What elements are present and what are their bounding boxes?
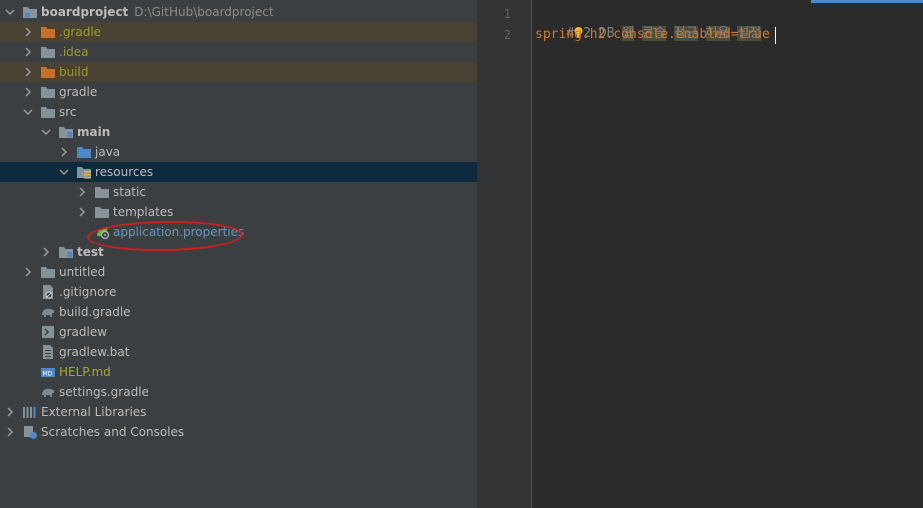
folder-icon <box>94 204 110 220</box>
chevron-right-icon[interactable] <box>4 422 20 442</box>
editor-tab-indicator <box>811 0 923 3</box>
tree-row-help-md[interactable]: MD HELP.md <box>0 362 477 382</box>
chevron-right-icon[interactable] <box>22 62 38 82</box>
folder-excluded-icon <box>40 24 56 40</box>
tree-row-gitignore[interactable]: .gitignore <box>0 282 477 302</box>
chevron-down-icon[interactable] <box>4 2 20 22</box>
tree-row-scratches[interactable]: Scratches and Consoles <box>0 422 477 442</box>
tree-row-untitled[interactable]: untitled <box>0 262 477 282</box>
code-line-2[interactable]: spring.h2.console.enabled=true <box>535 25 770 45</box>
line-number-gutter: 1 2 <box>477 0 532 508</box>
chevron-down-icon[interactable] <box>58 162 74 182</box>
chevron-right-icon[interactable] <box>22 22 38 42</box>
tree-row-settings-gradle[interactable]: settings.gradle <box>0 382 477 402</box>
folder-icon <box>40 44 56 60</box>
tree-label: main <box>77 125 111 139</box>
source-root-folder-icon <box>58 244 74 260</box>
source-folder-icon <box>76 144 92 160</box>
tree-label: resources <box>95 165 154 179</box>
folder-icon <box>94 184 110 200</box>
folder-icon <box>40 84 56 100</box>
tree-row-gradlew-bat[interactable]: gradlew.bat <box>0 342 477 362</box>
text-file-icon <box>40 344 56 360</box>
folder-excluded-icon <box>40 64 56 80</box>
tree-label: .gitignore <box>59 285 117 299</box>
resources-folder-icon <box>76 164 92 180</box>
markdown-file-icon: MD <box>40 364 56 380</box>
tree-label: templates <box>113 205 174 219</box>
tree-label: build <box>59 65 89 79</box>
tree-row-gradlew[interactable]: gradlew <box>0 322 477 342</box>
tree-row-resources[interactable]: resources <box>0 162 477 182</box>
tree-label: HELP.md <box>59 365 111 379</box>
tree-label: static <box>113 185 146 199</box>
chevron-right-icon[interactable] <box>22 262 38 282</box>
gitignore-file-icon <box>40 284 56 300</box>
chevron-right-icon[interactable] <box>22 82 38 102</box>
project-tree-panel: boardproject D:\GitHub\boardproject .grad… <box>0 0 477 508</box>
tree-label: gradlew.bat <box>59 345 130 359</box>
chevron-right-icon[interactable] <box>22 42 38 62</box>
tree-row-idea[interactable]: .idea <box>0 42 477 62</box>
tree-row-boardproject[interactable]: boardproject D:\GitHub\boardproject <box>0 2 477 22</box>
library-icon <box>22 404 38 420</box>
tree-row-build-gradle[interactable]: build.gradle <box>0 302 477 322</box>
code-editor[interactable]: 1 2 #2 DB 웹 콘솔 접근 허용 설정 spring.h2.consol… <box>477 0 923 508</box>
line-number: 2 <box>503 28 511 42</box>
tree-label: Scratches and Consoles <box>41 425 185 439</box>
shell-script-icon <box>40 324 56 340</box>
scratches-icon <box>22 424 38 440</box>
chevron-down-icon[interactable] <box>22 102 38 122</box>
tree-label: settings.gradle <box>59 385 149 399</box>
svg-text:MD: MD <box>43 371 53 378</box>
tree-label: untitled <box>59 265 106 279</box>
gradle-elephant-icon <box>40 304 56 320</box>
tree-label: java <box>95 145 121 159</box>
tree-row-static[interactable]: static <box>0 182 477 202</box>
chevron-right-icon[interactable] <box>4 402 20 422</box>
line-number: 1 <box>503 7 511 21</box>
chevron-down-icon[interactable] <box>40 122 56 142</box>
tree-row-gradle-hidden[interactable]: .gradle <box>0 22 477 42</box>
tree-row-src[interactable]: src <box>0 102 477 122</box>
tree-label: External Libraries <box>41 405 147 419</box>
text-caret <box>775 27 776 44</box>
chevron-right-icon[interactable] <box>40 242 56 262</box>
tree-row-test[interactable]: test <box>0 242 477 262</box>
tree-row-templates[interactable]: templates <box>0 202 477 222</box>
tree-row-java[interactable]: java <box>0 142 477 162</box>
tree-row-build[interactable]: build <box>0 62 477 82</box>
tree-row-external-libraries[interactable]: External Libraries <box>0 402 477 422</box>
tree-label: gradlew <box>59 325 108 339</box>
chevron-right-icon[interactable] <box>58 142 74 162</box>
chevron-right-icon[interactable] <box>76 182 92 202</box>
source-root-folder-icon <box>58 124 74 140</box>
tree-label: .gradle <box>59 25 102 39</box>
tree-label: src <box>59 105 77 119</box>
tree-label: gradle <box>59 85 98 99</box>
folder-icon <box>40 104 56 120</box>
tree-row-main[interactable]: main <box>0 122 477 142</box>
root-label: boardproject D:\GitHub\boardproject <box>41 5 274 19</box>
tree-label: build.gradle <box>59 305 131 319</box>
module-folder-icon <box>22 4 38 20</box>
folder-icon <box>40 264 56 280</box>
chevron-right-icon[interactable] <box>76 202 92 222</box>
gradle-elephant-icon <box>40 384 56 400</box>
tree-label: .idea <box>59 45 89 59</box>
root-path: D:\GitHub\boardproject <box>134 5 274 19</box>
tree-row-gradle[interactable]: gradle <box>0 82 477 102</box>
